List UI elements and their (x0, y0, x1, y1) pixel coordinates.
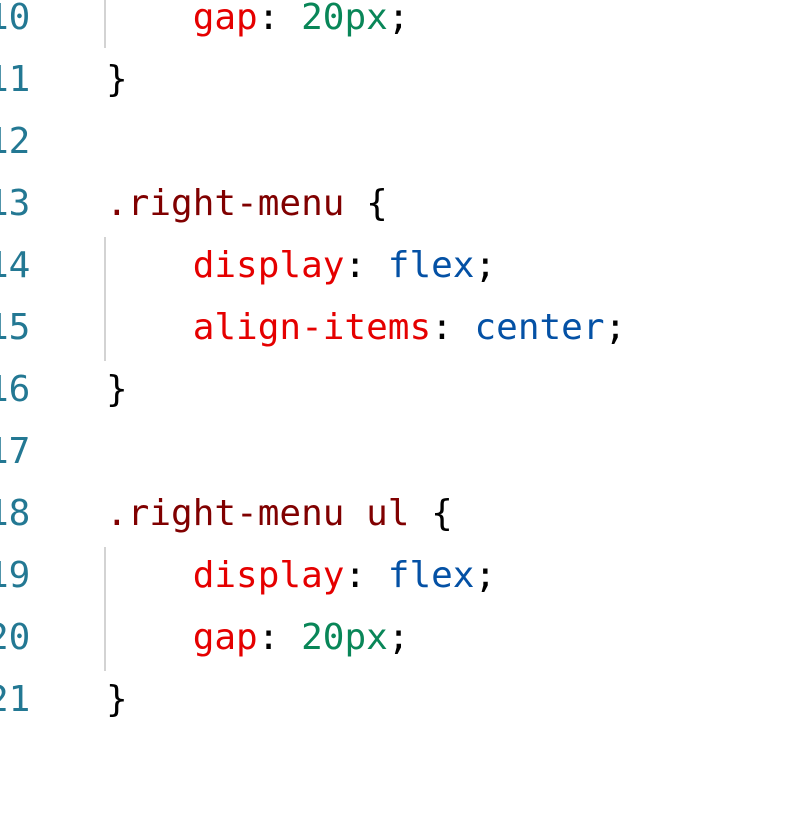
line-number: 10 (0, 0, 31, 38)
line-number: 14 (0, 245, 31, 286)
line-number: 18 (0, 493, 31, 534)
line-number: 21 (0, 679, 31, 720)
token-text: : (344, 555, 388, 596)
token-text: } (106, 679, 128, 720)
code-text: .right-menu { (106, 186, 388, 222)
token-text: : (431, 307, 475, 348)
code-line[interactable]: 17 (0, 434, 812, 496)
token-text: ; (474, 555, 497, 596)
line-number: 19 (0, 555, 31, 596)
code-line[interactable]: 14 display: flex; (0, 248, 812, 310)
code-line[interactable]: 11} (0, 62, 812, 124)
token-value: flex (387, 555, 475, 596)
token-text: } (106, 59, 128, 100)
token-text: ; (474, 245, 497, 286)
token-property: display (192, 245, 345, 286)
line-number: 17 (0, 431, 31, 472)
token-number: 20px (301, 0, 388, 38)
token-text: : (257, 617, 302, 658)
token-number: 20px (301, 617, 388, 658)
code-text: } (106, 62, 128, 98)
code-text: display: flex; (106, 248, 496, 284)
code-line[interactable]: 16} (0, 372, 812, 434)
code-text: } (106, 682, 128, 718)
code-line[interactable]: 20 gap: 20px; (0, 620, 812, 682)
code-text: display: flex; (106, 558, 496, 594)
code-text: .right-menu ul { (106, 496, 453, 532)
line-number: 16 (0, 369, 31, 410)
token-property: display (192, 555, 345, 596)
code-text: gap: 20px; (106, 617, 410, 658)
code-line[interactable]: 12 (0, 124, 812, 186)
token-text: { (409, 493, 453, 534)
token-value: flex (387, 245, 475, 286)
token-text: : (344, 245, 388, 286)
line-number: 15 (0, 307, 31, 348)
token-text: } (106, 369, 128, 410)
code-line[interactable]: 13 .right-menu { (0, 186, 812, 248)
token-property: gap (192, 617, 258, 658)
token-value: center (474, 307, 605, 348)
code-text: align-items: center; (106, 307, 627, 348)
code-line[interactable]: 10 gap: 20px; (0, 0, 812, 62)
code-line[interactable]: 15 align-items: center; (0, 310, 812, 372)
token-text: ; (387, 617, 410, 658)
token-property: align-items (192, 307, 432, 348)
code-text: gap: 20px; (106, 0, 410, 38)
token-selector: .right-menu ul (106, 493, 410, 534)
line-number: 20 (0, 617, 31, 658)
token-text: ; (387, 0, 410, 38)
code-line[interactable]: 18 .right-menu ul { (0, 496, 812, 558)
token-text: { (344, 183, 388, 224)
token-text: : (257, 0, 302, 38)
line-number: 11 (0, 59, 31, 100)
line-number: 12 (0, 121, 31, 162)
code-editor[interactable]: 10 gap: 20px;11}1213.right-menu {14 disp… (0, 0, 812, 826)
token-selector: .right-menu (106, 183, 345, 224)
token-property: gap (192, 0, 258, 38)
token-text: ; (604, 307, 627, 348)
line-number: 13 (0, 183, 31, 224)
code-line[interactable]: 19 display: flex; (0, 558, 812, 620)
code-line[interactable]: 21} (0, 682, 812, 744)
code-text: } (106, 372, 128, 408)
